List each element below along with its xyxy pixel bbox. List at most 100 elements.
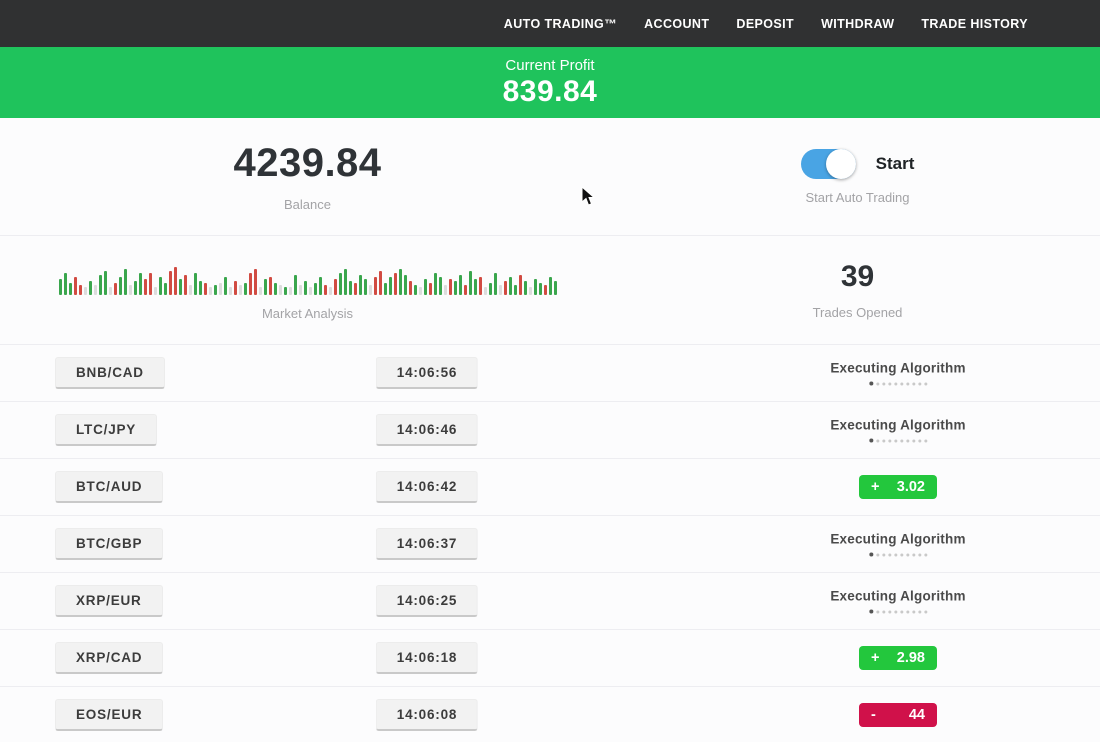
market-bar xyxy=(554,281,557,295)
trade-status: Executing Algorithm xyxy=(830,418,965,443)
trade-row: BNB/CAD14:06:56Executing Algorithm xyxy=(0,344,1100,401)
market-bar xyxy=(189,285,192,295)
progress-dot xyxy=(924,382,927,385)
progress-dot xyxy=(912,610,915,613)
market-bar xyxy=(484,287,487,295)
market-bar xyxy=(154,287,157,295)
market-bar xyxy=(149,273,152,295)
nav-item-auto-trading[interactable]: AUTO TRADING™ xyxy=(504,17,617,31)
trades-opened-value: 39 xyxy=(841,260,874,294)
time-chip[interactable]: 14:06:37 xyxy=(376,528,478,560)
progress-dot xyxy=(894,382,897,385)
auto-trading-toggle[interactable] xyxy=(801,149,856,179)
progress-dot xyxy=(912,439,915,442)
trade-row: LTC/JPY 14:06:46 Executing Algorithm xyxy=(0,401,1100,458)
pair-chip[interactable]: BTC/GBP xyxy=(55,528,163,560)
pair-chip[interactable]: EOS/EUR xyxy=(55,699,163,731)
market-bar xyxy=(529,287,532,295)
market-bar xyxy=(269,277,272,295)
market-bar xyxy=(169,271,172,295)
market-bar xyxy=(424,279,427,295)
market-bar xyxy=(114,283,117,295)
current-profit-label: Current Profit xyxy=(0,47,1100,74)
market-bar xyxy=(94,285,97,295)
profit-badge: +3.02 xyxy=(859,475,937,499)
time-chip[interactable]: 14:06:25 xyxy=(376,585,478,617)
profit-badge: +2.98 xyxy=(859,646,937,670)
progress-dot xyxy=(918,553,921,556)
result-sign: - xyxy=(871,707,876,723)
progress-dot xyxy=(918,610,921,613)
market-bar xyxy=(279,285,282,295)
pair-chip[interactable]: LTC/JPY xyxy=(55,414,157,446)
progress-dot xyxy=(869,610,873,614)
time-chip[interactable]: 14:06:08 xyxy=(376,699,478,731)
executing-algorithm-label: Executing Algorithm xyxy=(830,532,965,547)
market-bar xyxy=(444,285,447,295)
market-bar xyxy=(124,269,127,295)
market-bar xyxy=(389,277,392,295)
nav-item-trade-history[interactable]: TRADE HISTORY xyxy=(921,17,1028,31)
pair-chip[interactable]: XRP/CAD xyxy=(55,642,163,674)
progress-dot xyxy=(912,553,915,556)
market-bar xyxy=(59,279,62,295)
time-chip[interactable]: 14:06:56 xyxy=(376,357,478,389)
nav-item-account[interactable]: ACCOUNT xyxy=(644,17,709,31)
market-bar xyxy=(74,277,77,295)
market-bar xyxy=(99,275,102,295)
market-bar xyxy=(249,273,252,295)
market-bar xyxy=(349,281,352,295)
result-amount: 2.98 xyxy=(897,650,925,666)
market-bar xyxy=(364,279,367,295)
market-bar xyxy=(89,281,92,295)
trade-row: BTC/AUD 14:06:42 +3.02 xyxy=(0,458,1100,515)
market-bar xyxy=(179,279,182,295)
top-navbar: AUTO TRADING™ ACCOUNT DEPOSIT WITHDRAW T… xyxy=(0,0,1100,47)
toggle-knob xyxy=(826,149,856,179)
market-analysis-chart xyxy=(59,259,557,295)
market-bar xyxy=(164,283,167,295)
time-chip[interactable]: 14:06:18 xyxy=(376,642,478,674)
market-bar xyxy=(354,283,357,295)
market-bar xyxy=(369,285,372,295)
nav-item-withdraw[interactable]: WITHDRAW xyxy=(821,17,894,31)
market-bar xyxy=(194,273,197,295)
market-bar xyxy=(474,279,477,295)
market-bar xyxy=(144,279,147,295)
market-bar xyxy=(244,283,247,295)
progress-dot xyxy=(888,610,891,613)
pair-chip[interactable]: BNB/CAD xyxy=(55,357,165,389)
nav-item-deposit[interactable]: DEPOSIT xyxy=(736,17,794,31)
market-bar xyxy=(439,277,442,295)
market-bar xyxy=(79,285,82,295)
market-bar xyxy=(204,283,207,295)
market-bar xyxy=(284,287,287,295)
progress-dot xyxy=(918,439,921,442)
market-bar xyxy=(84,287,87,295)
market-bar xyxy=(314,283,317,295)
progress-dot xyxy=(924,610,927,613)
progress-dot xyxy=(876,439,879,442)
progress-dot xyxy=(876,610,879,613)
progress-dot xyxy=(882,553,885,556)
time-chip[interactable]: 14:06:46 xyxy=(376,414,478,446)
pair-chip[interactable]: BTC/AUD xyxy=(55,471,163,503)
current-profit-banner: Current Profit 839.84 xyxy=(0,47,1100,118)
market-bar xyxy=(434,273,437,295)
market-bar xyxy=(309,287,312,295)
market-bar xyxy=(109,287,112,295)
pair-chip[interactable]: XRP/EUR xyxy=(55,585,163,617)
market-bar xyxy=(329,287,332,295)
market-bar xyxy=(199,281,202,295)
time-chip[interactable]: 14:06:42 xyxy=(376,471,478,503)
progress-dot xyxy=(869,553,873,557)
progress-dot xyxy=(906,610,909,613)
market-bar xyxy=(539,283,542,295)
progress-dot xyxy=(882,439,885,442)
executing-algorithm-label: Executing Algorithm xyxy=(830,589,965,604)
market-bar xyxy=(464,285,467,295)
progress-dot xyxy=(888,382,891,385)
result-amount: 3.02 xyxy=(897,479,925,495)
result-sign: + xyxy=(871,479,879,495)
market-bar xyxy=(119,277,122,295)
